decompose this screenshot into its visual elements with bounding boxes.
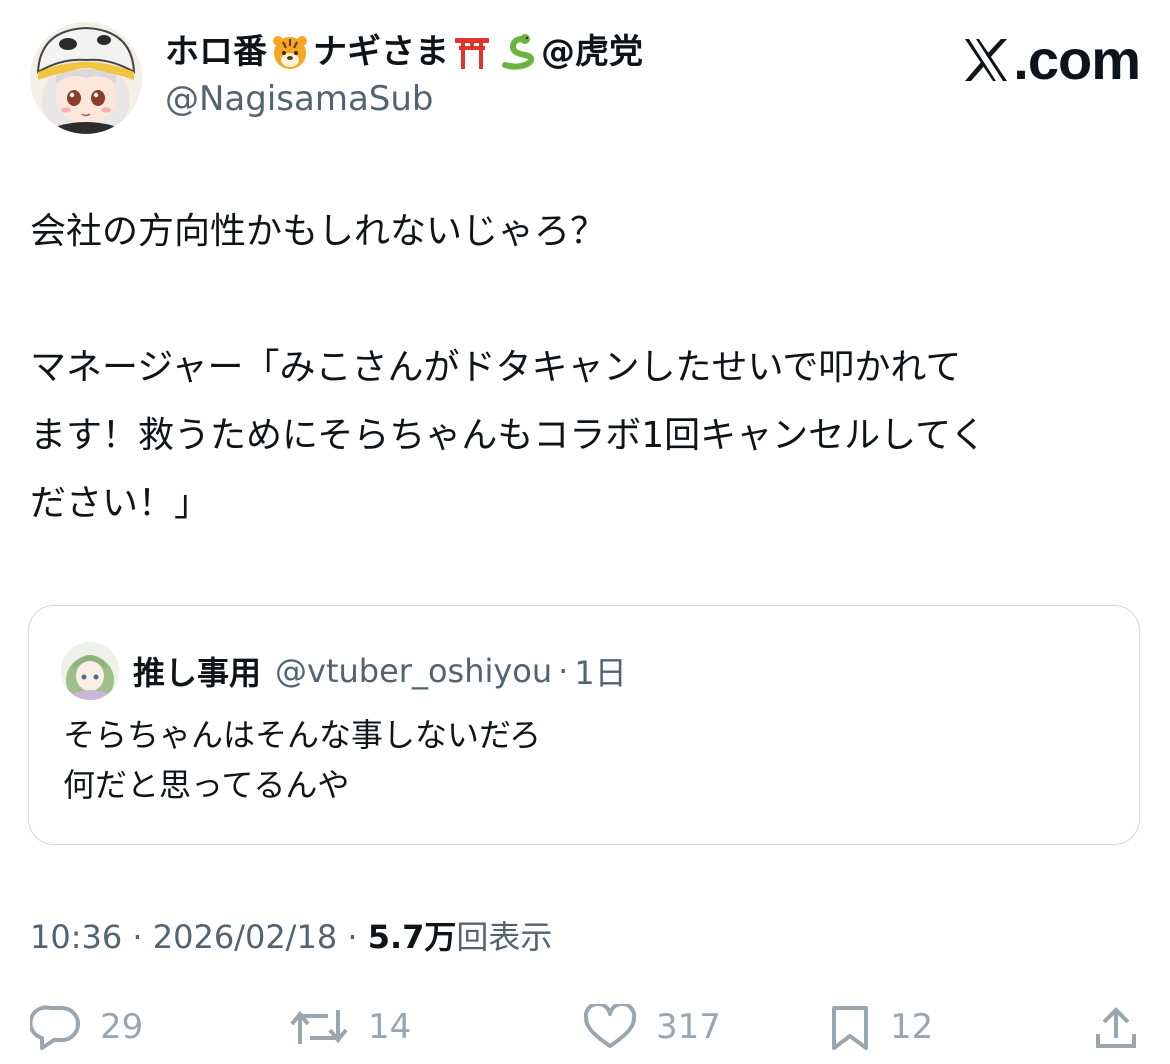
author-handle[interactable]: @NagisamaSub [165,76,643,122]
meta-separator: · [122,918,153,956]
author-info: ホロ番 ナギさま @虎党 @NagisamaSub [165,30,643,122]
views-label: 回表示 [456,918,553,956]
reply-count: 29 [100,1007,144,1047]
tweet-header: ホロ番 ナギさま @虎党 @NagisamaSub . com [30,22,1141,142]
x-logo-icon [965,39,1008,81]
action-bar: 29 14 317 12 [30,1004,1140,1064]
quoted-author-name[interactable]: 推し事用 [133,648,261,694]
tweet-meta: 10:36 · 2026/02/18 · 5.7万回表示 [30,912,552,962]
like-button[interactable]: 317 [582,1004,721,1050]
brand-dot: . [1013,28,1029,91]
x-com-logo: . com [961,28,1141,92]
heart-icon [583,1004,637,1048]
display-name-part-1: ホロ番 [165,32,267,72]
repost-count: 14 [368,1007,412,1047]
tiger-face-icon [271,33,309,71]
repost-button[interactable]: 14 [288,1004,411,1050]
quoted-timestamp[interactable]: 1日 [574,648,626,694]
tweet-time[interactable]: 10:36 [30,918,122,956]
reply-button[interactable]: 29 [30,1004,143,1050]
quoted-separator: · [558,652,569,690]
tweet-date[interactable]: 2026/02/18 [153,918,337,956]
reply-icon [30,1005,80,1050]
bookmark-count: 12 [890,1007,934,1047]
quoted-author-handle[interactable]: @vtuber_oshiyou [275,652,552,690]
meta-separator: · [337,918,368,956]
repost-icon [290,1010,348,1044]
quoted-tweet-header: 推し事用 @vtuber_oshiyou · 1日 [61,642,627,700]
tweet-body-text: 会社の方向性かもしれないじゃろ？ マネージャー「みこさんがドタキャンしたせいで叩… [30,211,987,524]
like-count: 317 [656,1007,721,1047]
share-icon [1096,1007,1136,1048]
bookmark-icon [832,1006,868,1050]
bookmark-button[interactable]: 12 [828,1004,933,1050]
quoted-tweet[interactable]: 推し事用 @vtuber_oshiyou · 1日 そらちゃんはそんな事しないだ… [28,605,1140,845]
author-display-name[interactable]: ホロ番 ナギさま @虎党 [165,30,643,74]
display-name-part-2: ナギさま [313,32,449,72]
snake-icon [499,33,537,71]
views-count[interactable]: 5.7万 [368,918,457,956]
brand-domain: com [1027,28,1141,91]
quoted-tweet-text: そらちゃんはそんな事しないだろ 何だと思ってるんや [63,716,542,804]
display-name-part-3: @虎党 [541,32,643,72]
author-avatar[interactable] [30,22,142,134]
quoted-author-avatar[interactable] [61,642,119,700]
torii-gate-icon [453,33,491,71]
share-button[interactable] [1094,1004,1156,1050]
